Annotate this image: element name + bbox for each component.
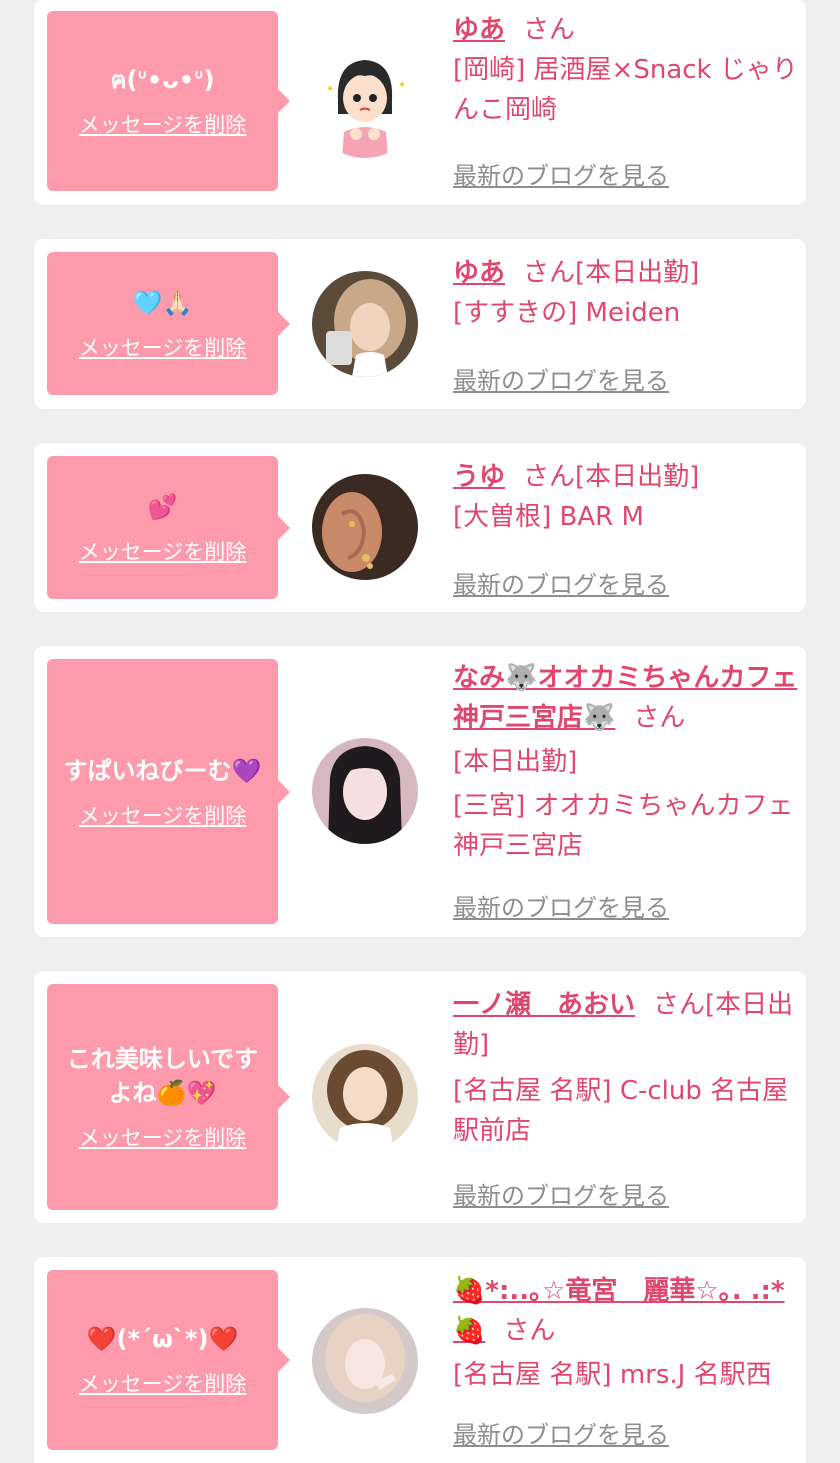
photo-avatar	[312, 1044, 418, 1150]
san-label: さん	[523, 15, 576, 45]
avatar[interactable]: ✦ ✦	[312, 52, 418, 158]
shop-label: [岡崎] 居酒屋×Snack じゃりんこ岡崎	[453, 55, 798, 125]
message-bubble: ฅ(ᐡ•ᴗ•ᐡ) メッセージを削除	[47, 11, 290, 191]
entry-info: なみ🐺オオカミちゃんカフェ神戸三宮店🐺 さん [本日出勤] [三宮] オオカミちゃ…	[453, 658, 798, 866]
shop-label: [名古屋 名駅] mrs.J 名駅西	[453, 1360, 772, 1390]
entry-info: 🍓*:..｡☆竜宮 麗華☆｡. .:*🍓 さん [名古屋 名駅] mrs.J 名駅…	[453, 1271, 798, 1395]
delete-message-link[interactable]: メッセージを削除	[79, 332, 247, 362]
status-label: [本日出勤]	[575, 258, 700, 288]
user-name-link[interactable]: なみ🐺オオカミちゃんカフェ神戸三宮店🐺	[453, 663, 797, 733]
user-name-link[interactable]: うゆ	[453, 462, 505, 492]
san-label: さん	[523, 462, 576, 492]
message-card: これ美味しいですよね🍊💖 メッセージを削除 一ノ瀬 あおい さん[本日出勤] [名…	[34, 971, 806, 1223]
san-label: さん	[653, 990, 706, 1020]
message-card: 🩵🙏🏻 メッセージを削除 ゆあ さん[本日出勤] [すすきの] Meiden 最新…	[34, 239, 806, 409]
latest-blog-link[interactable]: 最新のブログを見る	[453, 156, 669, 191]
entry-info: うゆ さん[本日出勤] [大曽根] BAR M	[453, 457, 798, 537]
message-text: 💕	[147, 492, 178, 521]
message-card: すぱいねびーむ💜 メッセージを削除 なみ🐺オオカミちゃんカフェ神戸三宮店🐺 さん …	[34, 646, 806, 937]
user-name-link[interactable]: ゆあ	[453, 15, 505, 45]
entry-info: ゆあ さん[本日出勤] [すすきの] Meiden	[453, 253, 798, 333]
message-bubble: ❤️(*´ω`*)❤️ メッセージを削除	[47, 1270, 290, 1450]
shop-label: [すすきの] Meiden	[453, 298, 681, 328]
shop-label: [名古屋 名駅] C-club 名古屋駅前店	[453, 1076, 789, 1146]
delete-message-link[interactable]: メッセージを削除	[79, 1122, 247, 1152]
message-bubble: すぱいねびーむ💜 メッセージを削除	[47, 659, 290, 924]
san-label: さん	[633, 703, 686, 733]
avatar[interactable]	[312, 1044, 418, 1150]
message-bubble: これ美味しいですよね🍊💖 メッセージを削除	[47, 984, 290, 1210]
photo-avatar	[312, 1308, 418, 1414]
status-label: [本日出勤]	[453, 747, 578, 777]
ear-photo-avatar	[312, 474, 418, 580]
entry-info: ゆあ さん [岡崎] 居酒屋×Snack じゃりんこ岡崎	[453, 10, 798, 130]
shop-label: [三宮] オオカミちゃんカフェ神戸三宮店	[453, 791, 794, 861]
message-text: これ美味しいですよね🍊💖	[66, 1045, 259, 1107]
message-card: ❤️(*´ω`*)❤️ メッセージを削除 🍓*:..｡☆竜宮 麗華☆｡. .:*…	[34, 1257, 806, 1463]
photo-avatar	[312, 738, 418, 844]
message-text: ❤️(*´ω`*)❤️	[86, 1325, 239, 1353]
message-card: 💕 メッセージを削除 うゆ さん[本日出勤] [大曽根] BAR M 最新のブログ…	[34, 443, 806, 612]
message-bubble: 🩵🙏🏻 メッセージを削除	[47, 252, 290, 395]
message-card: ฅ(ᐡ•ᴗ•ᐡ) メッセージを削除 ✦ ✦ ゆあ さん [岡崎] 居酒屋×Snac…	[34, 0, 806, 205]
avatar[interactable]	[312, 271, 418, 377]
avatar[interactable]	[312, 738, 418, 844]
san-label: さん	[503, 1316, 556, 1346]
delete-message-link[interactable]: メッセージを削除	[79, 536, 247, 566]
shop-label: [大曽根] BAR M	[453, 502, 644, 532]
photo-avatar	[312, 271, 418, 377]
avatar[interactable]	[312, 1308, 418, 1414]
san-label: さん	[523, 258, 576, 288]
message-text: すぱいねびーむ💜	[63, 756, 262, 785]
latest-blog-link[interactable]: 最新のブログを見る	[453, 1415, 669, 1450]
delete-message-link[interactable]: メッセージを削除	[79, 800, 247, 830]
message-bubble: 💕 メッセージを削除	[47, 456, 290, 599]
latest-blog-link[interactable]: 最新のブログを見る	[453, 888, 669, 923]
delete-message-link[interactable]: メッセージを削除	[79, 109, 247, 139]
svg-text:✦: ✦	[398, 80, 406, 91]
status-label: [本日出勤]	[575, 462, 700, 492]
entry-info: 一ノ瀬 あおい さん[本日出勤] [名古屋 名駅] C-club 名古屋駅前店	[453, 985, 798, 1151]
latest-blog-link[interactable]: 最新のブログを見る	[453, 565, 669, 600]
svg-text:✦: ✦	[326, 84, 334, 95]
illustration-girl-avatar: ✦ ✦	[312, 52, 418, 158]
delete-message-link[interactable]: メッセージを削除	[79, 1368, 247, 1398]
user-name-link[interactable]: ゆあ	[453, 258, 505, 288]
message-text: 🩵🙏🏻	[132, 288, 193, 317]
message-text: ฅ(ᐡ•ᴗ•ᐡ)	[110, 66, 215, 94]
latest-blog-link[interactable]: 最新のブログを見る	[453, 1176, 669, 1211]
latest-blog-link[interactable]: 最新のブログを見る	[453, 361, 669, 396]
user-name-link[interactable]: 一ノ瀬 あおい	[453, 990, 635, 1020]
avatar[interactable]	[312, 474, 418, 580]
